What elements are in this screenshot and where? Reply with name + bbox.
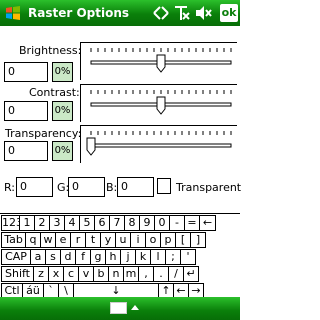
slider-thumb[interactable] bbox=[156, 96, 166, 115]
key-1[interactable]: 1 bbox=[19, 215, 35, 231]
key-9[interactable]: 9 bbox=[139, 215, 155, 231]
key-w[interactable]: w bbox=[40, 232, 56, 248]
key-l[interactable]: l bbox=[150, 249, 166, 265]
connectivity-icon[interactable] bbox=[152, 5, 170, 21]
key-symbol[interactable]: ↵ bbox=[183, 266, 199, 282]
brightness-slider[interactable] bbox=[80, 42, 237, 80]
key-symbol[interactable]: ' bbox=[180, 249, 196, 265]
key-a[interactable]: a bbox=[30, 249, 46, 265]
g-input[interactable]: 0 bbox=[68, 177, 105, 197]
key-g[interactable]: g bbox=[90, 249, 106, 265]
key-symbol[interactable]: ← bbox=[199, 215, 216, 231]
transparency-percent: 0% bbox=[52, 141, 73, 161]
key-z[interactable]: z bbox=[33, 266, 49, 282]
key-d[interactable]: d bbox=[60, 249, 76, 265]
slider-thumb[interactable] bbox=[156, 54, 166, 73]
key-k[interactable]: k bbox=[135, 249, 151, 265]
key-x[interactable]: x bbox=[48, 266, 64, 282]
contrast-input[interactable]: 0 bbox=[4, 101, 48, 121]
brightness-label: Brightness: bbox=[19, 44, 82, 57]
slider-thumb[interactable] bbox=[86, 137, 96, 156]
key-v[interactable]: v bbox=[78, 266, 94, 282]
key-e[interactable]: e bbox=[55, 232, 71, 248]
b-input[interactable]: 0 bbox=[117, 177, 154, 197]
key-6[interactable]: 6 bbox=[94, 215, 110, 231]
bottom-bar bbox=[0, 297, 240, 320]
volume-muted-icon[interactable] bbox=[195, 5, 213, 21]
key-b[interactable]: b bbox=[93, 266, 109, 282]
slider-track[interactable] bbox=[90, 143, 232, 148]
ok-button[interactable]: ok bbox=[220, 4, 238, 22]
key-4[interactable]: 4 bbox=[64, 215, 80, 231]
key-n[interactable]: n bbox=[108, 266, 124, 282]
key-m[interactable]: m bbox=[123, 266, 139, 282]
b-label: B: bbox=[106, 181, 118, 194]
signal-off-icon[interactable] bbox=[173, 5, 191, 21]
contrast-slider[interactable] bbox=[80, 84, 237, 122]
transparency-label: Transparency: bbox=[5, 127, 82, 140]
window-title: Raster Options bbox=[28, 6, 130, 20]
r-label: R: bbox=[4, 181, 16, 194]
transparent-checkbox[interactable] bbox=[157, 178, 171, 194]
keyboard-icon[interactable] bbox=[110, 302, 127, 314]
key-symbol[interactable]: [ bbox=[175, 232, 191, 248]
key-symbol[interactable]: ; bbox=[165, 249, 181, 265]
soft-keyboard: 1231234567890-=←Tabqwertyuiop[]CAPasdfgh… bbox=[0, 213, 240, 299]
key-Tab[interactable]: Tab bbox=[1, 232, 26, 248]
key-u[interactable]: u bbox=[115, 232, 131, 248]
key-123[interactable]: 123 bbox=[1, 215, 20, 231]
title-bar: Raster Options ok bbox=[0, 0, 240, 26]
key-s[interactable]: s bbox=[45, 249, 61, 265]
key-5[interactable]: 5 bbox=[79, 215, 95, 231]
key-j[interactable]: j bbox=[120, 249, 136, 265]
key-0[interactable]: 0 bbox=[154, 215, 170, 231]
key-symbol[interactable]: / bbox=[168, 266, 184, 282]
key-8[interactable]: 8 bbox=[124, 215, 140, 231]
key-2[interactable]: 2 bbox=[34, 215, 50, 231]
key-r[interactable]: r bbox=[70, 232, 86, 248]
r-input[interactable]: 0 bbox=[16, 177, 53, 197]
key-symbol[interactable]: - bbox=[169, 215, 185, 231]
transparency-slider[interactable] bbox=[80, 125, 237, 163]
key-Shift[interactable]: Shift bbox=[1, 266, 34, 282]
transparent-label: Transparent bbox=[176, 181, 242, 194]
key-3[interactable]: 3 bbox=[49, 215, 65, 231]
windows-logo-icon[interactable] bbox=[5, 5, 21, 21]
key-c[interactable]: c bbox=[63, 266, 79, 282]
key-7[interactable]: 7 bbox=[109, 215, 125, 231]
key-p[interactable]: p bbox=[160, 232, 176, 248]
key-o[interactable]: o bbox=[145, 232, 161, 248]
key-f[interactable]: f bbox=[75, 249, 91, 265]
key-y[interactable]: y bbox=[100, 232, 116, 248]
key-t[interactable]: t bbox=[85, 232, 101, 248]
key-symbol[interactable]: = bbox=[184, 215, 200, 231]
input-menu-arrow-icon[interactable] bbox=[131, 305, 139, 310]
key-CAP[interactable]: CAP bbox=[1, 249, 31, 265]
key-q[interactable]: q bbox=[25, 232, 41, 248]
brightness-input[interactable]: 0 bbox=[4, 62, 48, 82]
key-h[interactable]: h bbox=[105, 249, 121, 265]
key-symbol[interactable]: ] bbox=[190, 232, 206, 248]
contrast-label: Contrast: bbox=[29, 86, 80, 99]
contrast-percent: 0% bbox=[52, 101, 73, 121]
key-symbol[interactable]: . bbox=[153, 266, 169, 282]
key-i[interactable]: i bbox=[130, 232, 146, 248]
key-symbol[interactable]: , bbox=[138, 266, 154, 282]
brightness-percent: 0% bbox=[52, 62, 73, 82]
transparency-input[interactable]: 0 bbox=[4, 141, 48, 161]
